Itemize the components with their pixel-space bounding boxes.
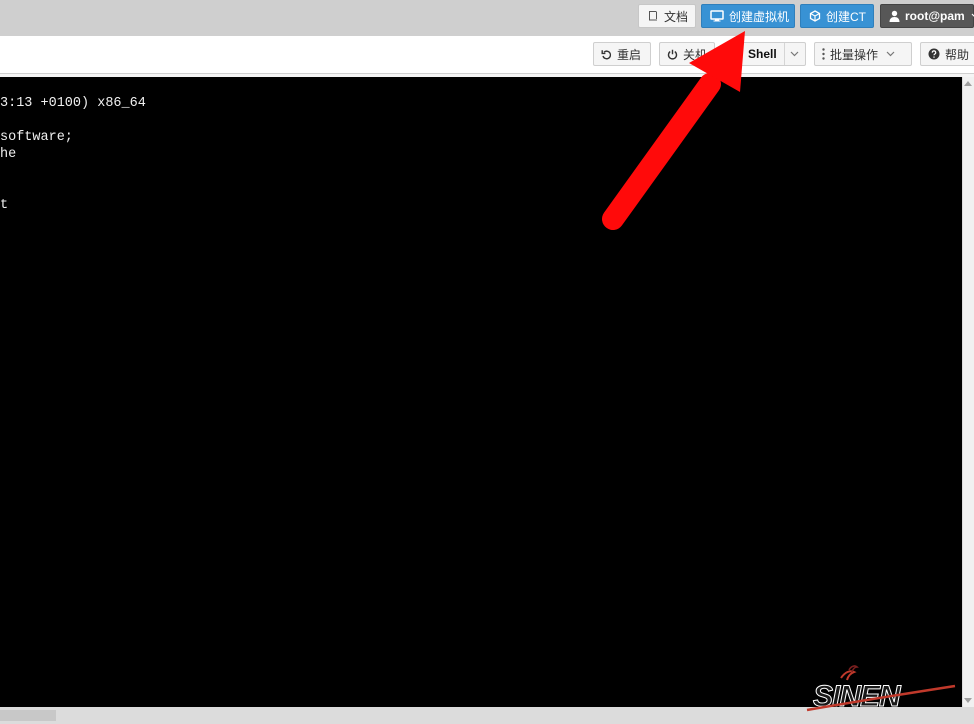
shutdown-button[interactable]: 关机 bbox=[659, 42, 715, 66]
terminal-line: he bbox=[0, 147, 17, 162]
restart-button[interactable]: 重启 bbox=[593, 42, 651, 66]
create-vm-button[interactable]: 创建虚拟机 bbox=[701, 4, 795, 28]
help-button[interactable]: 帮助 bbox=[920, 42, 974, 66]
top-header-bar: 文档 创建虚拟机 创建CT root@pam bbox=[0, 0, 974, 36]
shell-terminal[interactable]: 3:13 +0100) x86_64 software; he t bbox=[0, 77, 962, 707]
undo-icon bbox=[601, 49, 612, 60]
restart-label: 重启 bbox=[617, 47, 642, 62]
book-icon bbox=[647, 10, 659, 22]
create-ct-label: 创建CT bbox=[826, 9, 866, 24]
create-ct-button[interactable]: 创建CT bbox=[800, 4, 874, 28]
chevron-down-icon bbox=[886, 51, 895, 57]
bulk-actions-button[interactable]: 批量操作 bbox=[814, 42, 912, 66]
sinen-watermark-logo: SINEN bbox=[806, 665, 956, 714]
question-circle-icon bbox=[928, 48, 940, 60]
shell-button[interactable]: Shell bbox=[740, 42, 806, 66]
bulk-actions-label: 批量操作 bbox=[830, 47, 879, 62]
docs-button[interactable]: 文档 bbox=[638, 4, 696, 28]
shell-dropdown-trigger[interactable] bbox=[783, 43, 799, 65]
shutdown-label: 关机 bbox=[683, 47, 708, 62]
terminal-line: t bbox=[0, 198, 9, 213]
vertical-ellipsis-icon bbox=[822, 48, 825, 60]
monitor-icon bbox=[710, 10, 724, 22]
terminal-scrollbar[interactable] bbox=[962, 77, 974, 707]
terminal-line: 3:13 +0100) x86_64 bbox=[0, 96, 146, 111]
help-label: 帮助 bbox=[945, 47, 970, 62]
user-icon bbox=[889, 10, 900, 22]
chevron-down-icon bbox=[790, 51, 799, 57]
create-vm-label: 创建虚拟机 bbox=[729, 9, 790, 24]
user-label: root@pam bbox=[905, 9, 965, 23]
docs-label: 文档 bbox=[664, 9, 689, 24]
scroll-down-arrow-icon[interactable] bbox=[964, 698, 972, 703]
user-menu-button[interactable]: root@pam bbox=[880, 4, 974, 28]
power-icon bbox=[667, 49, 678, 60]
horizontal-scroll-thumb[interactable] bbox=[0, 710, 56, 721]
cube-icon bbox=[809, 10, 821, 22]
node-toolbar: 重启 关机 Shell 批量操作 帮助 bbox=[0, 36, 974, 74]
shell-label: Shell bbox=[748, 47, 777, 61]
terminal-line: software; bbox=[0, 130, 73, 145]
scroll-up-arrow-icon[interactable] bbox=[964, 81, 972, 86]
